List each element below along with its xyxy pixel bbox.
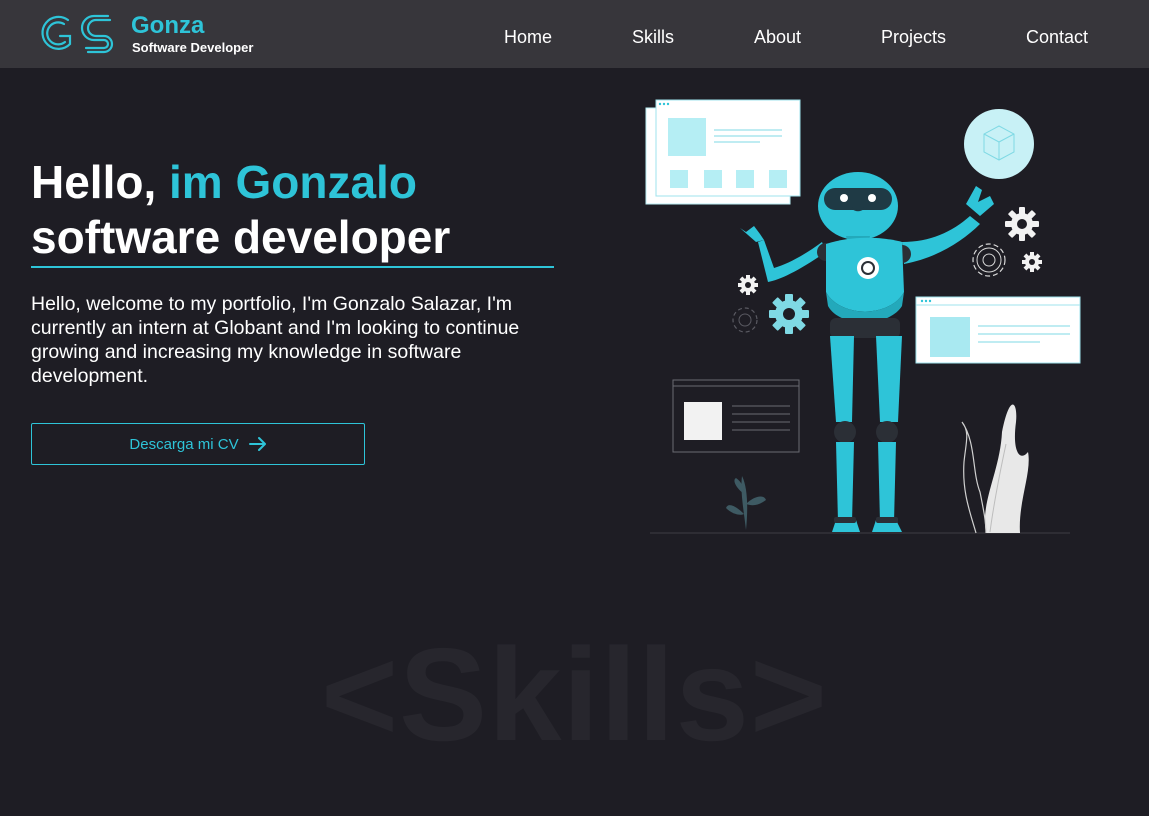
cube-icon — [964, 109, 1034, 179]
gear-icon-small-left — [738, 275, 758, 295]
hero-description: Hello, welcome to my portfolio, I'm Gonz… — [31, 293, 520, 387]
robot-illustration — [645, 99, 1081, 534]
hero-title: Hello, im Gonzalo software developer — [31, 155, 450, 265]
arrow-right-icon — [248, 437, 266, 451]
plant-icon-left — [726, 476, 766, 530]
brand-name: Gonza — [131, 12, 205, 39]
nav-link-about[interactable]: About — [754, 26, 801, 48]
hero-title-prefix: Hello, — [31, 156, 157, 208]
plant-icon-right — [961, 404, 1029, 534]
navbar: Gonza Software Developer Home Skills Abo… — [0, 0, 1149, 68]
gs-logo-icon[interactable] — [38, 10, 122, 60]
browser-window-top-icon — [645, 99, 801, 205]
skills-section-watermark: <Skills> — [320, 621, 829, 768]
browser-window-right-icon — [915, 296, 1081, 364]
hero-title-role: software developer — [31, 211, 451, 263]
nav-link-home[interactable]: Home — [504, 26, 552, 48]
nav-link-contact[interactable]: Contact — [1026, 26, 1088, 48]
hero-title-name: im Gonzalo — [169, 156, 417, 208]
nav-link-projects[interactable]: Projects — [881, 26, 946, 48]
gear-icon-outline-left — [732, 307, 758, 333]
nav-link-skills[interactable]: Skills — [632, 26, 674, 48]
hero-underline — [31, 266, 554, 268]
gear-icon-outline — [972, 243, 1006, 277]
download-cv-button[interactable]: Descarga mi CV — [31, 423, 365, 465]
gear-icon-large-white — [1005, 207, 1039, 241]
brand-role: Software Developer — [132, 40, 254, 55]
browser-window-dark-icon — [672, 379, 800, 453]
gear-icon-small-white — [1022, 252, 1042, 272]
gear-icon-cyan — [769, 294, 809, 334]
download-cv-label: Descarga mi CV — [129, 435, 239, 453]
